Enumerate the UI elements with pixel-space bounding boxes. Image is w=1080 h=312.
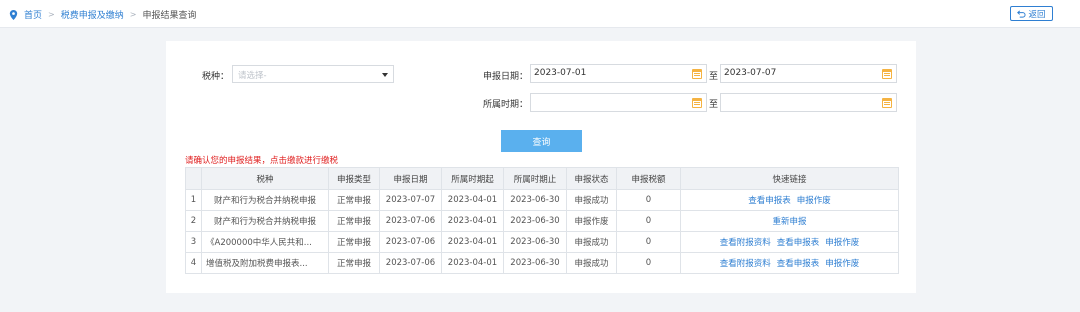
col-header-date: 申报日期 <box>379 167 442 190</box>
view-declaration-link[interactable]: 查看申报表 <box>777 259 820 269</box>
row-type: 正常申报 <box>328 189 380 211</box>
row-date: 2023-07-06 <box>379 210 442 232</box>
row-tax: 财产和行为税合并纳税申报 <box>201 189 329 211</box>
declare-date-start-value: 2023-07-01 <box>534 68 587 78</box>
row-amount: 0 <box>616 231 681 253</box>
row-index: 2 <box>185 210 202 232</box>
row-status: 申报成功 <box>566 189 617 211</box>
breadcrumb: 首页 > 税费申报及缴纳 > 申报结果查询 <box>9 8 196 21</box>
col-header-links: 快速链接 <box>680 167 899 190</box>
row-period-end: 2023-06-30 <box>503 189 567 211</box>
table-row: 2 财产和行为税合并纳税申报 正常申报 2023-07-06 2023-04-0… <box>185 210 899 232</box>
table-row: 3 《A200000中华人民共和... 正常申报 2023-07-06 2023… <box>185 231 899 253</box>
calendar-icon[interactable] <box>692 69 702 79</box>
breadcrumb-tax-declaration[interactable]: 税费申报及缴纳 <box>61 8 124 21</box>
row-amount: 0 <box>616 189 681 211</box>
row-period-end: 2023-06-30 <box>503 210 567 232</box>
row-amount: 0 <box>616 252 681 274</box>
result-table: 税种 申报类型 申报日期 所属时期起 所属时期止 申报状态 申报税额 快速链接 … <box>185 167 899 274</box>
row-date: 2023-07-07 <box>379 189 442 211</box>
tax-type-select[interactable]: 请选择- <box>232 65 394 83</box>
calendar-icon[interactable] <box>882 69 892 79</box>
row-links: 查看附报资料 查看申报表 申报作废 <box>680 252 899 274</box>
period-end-input[interactable] <box>720 93 897 112</box>
period-to-label: 至 <box>709 100 719 110</box>
breadcrumb-separator: > <box>129 10 137 19</box>
breadcrumb-current: 申报结果查询 <box>142 11 197 21</box>
row-date: 2023-07-06 <box>379 231 442 253</box>
row-status: 申报成功 <box>566 231 617 253</box>
row-type: 正常申报 <box>328 231 380 253</box>
row-status: 申报作废 <box>566 210 617 232</box>
col-header-type: 申报类型 <box>328 167 380 190</box>
declare-date-end-input[interactable]: 2023-07-07 <box>720 64 897 83</box>
void-declaration-link[interactable]: 申报作废 <box>825 259 859 269</box>
declare-date-label: 申报日期： <box>483 72 529 82</box>
row-period-start: 2023-04-01 <box>441 210 504 232</box>
row-period-end: 2023-06-30 <box>503 231 567 253</box>
row-type: 正常申报 <box>328 210 380 232</box>
row-period-start: 2023-04-01 <box>441 231 504 253</box>
row-links: 重新申报 <box>680 210 899 232</box>
row-tax: 财产和行为税合并纳税申报 <box>201 210 329 232</box>
col-header-period-start: 所属时期起 <box>441 167 504 190</box>
row-status: 申报成功 <box>566 252 617 274</box>
date-to-label: 至 <box>709 72 719 82</box>
col-header-status: 申报状态 <box>566 167 617 190</box>
declare-date-start-input[interactable]: 2023-07-01 <box>530 64 707 83</box>
row-period-end: 2023-06-30 <box>503 252 567 274</box>
query-button[interactable]: 查询 <box>501 130 582 152</box>
location-pin-icon <box>9 9 18 20</box>
redeclare-link[interactable]: 重新申报 <box>772 217 806 227</box>
row-tax: 增值税及附加税费申报表... <box>201 252 329 274</box>
table-row: 1 财产和行为税合并纳税申报 正常申报 2023-07-07 2023-04-0… <box>185 189 899 211</box>
row-period-start: 2023-04-01 <box>441 252 504 274</box>
col-header-tax: 税种 <box>201 167 329 190</box>
top-bar: 首页 > 税费申报及缴纳 > 申报结果查询 返回 <box>0 0 1080 28</box>
col-header-index <box>185 167 202 190</box>
row-amount: 0 <box>616 210 681 232</box>
row-period-start: 2023-04-01 <box>441 189 504 211</box>
row-index: 3 <box>185 231 202 253</box>
row-type: 正常申报 <box>328 252 380 274</box>
period-start-input[interactable] <box>530 93 707 112</box>
calendar-icon[interactable] <box>882 98 892 108</box>
void-declaration-link[interactable]: 申报作废 <box>825 238 859 248</box>
view-declaration-link[interactable]: 查看申报表 <box>748 196 791 206</box>
row-links: 查看附报资料 查看申报表 申报作废 <box>680 231 899 253</box>
payment-tip: 请确认您的申报结果，点击缴款进行缴税 <box>185 156 339 166</box>
breadcrumb-home[interactable]: 首页 <box>24 8 42 21</box>
return-icon <box>1017 10 1027 18</box>
view-attachment-link[interactable]: 查看附报资料 <box>720 259 771 269</box>
period-label: 所属时期： <box>483 100 529 110</box>
void-declaration-link[interactable]: 申报作废 <box>797 196 831 206</box>
back-button[interactable]: 返回 <box>1010 6 1053 21</box>
table-header-row: 税种 申报类型 申报日期 所属时期起 所属时期止 申报状态 申报税额 快速链接 <box>185 167 899 190</box>
back-button-label: 返回 <box>1028 9 1046 20</box>
view-declaration-link[interactable]: 查看申报表 <box>777 238 820 248</box>
row-date: 2023-07-06 <box>379 252 442 274</box>
col-header-amount: 申报税额 <box>616 167 681 190</box>
chevron-down-icon <box>382 73 388 77</box>
calendar-icon[interactable] <box>692 98 702 108</box>
col-header-period-end: 所属时期止 <box>503 167 567 190</box>
view-attachment-link[interactable]: 查看附报资料 <box>720 238 771 248</box>
row-index: 1 <box>185 189 202 211</box>
breadcrumb-separator: > <box>48 10 55 19</box>
row-index: 4 <box>185 252 202 274</box>
row-links: 查看申报表 申报作废 <box>680 189 899 211</box>
declare-date-end-value: 2023-07-07 <box>724 68 777 78</box>
row-tax: 《A200000中华人民共和... <box>201 231 329 253</box>
table-row: 4 增值税及附加税费申报表... 正常申报 2023-07-06 2023-04… <box>185 252 899 274</box>
tax-type-label: 税种： <box>202 72 230 82</box>
tax-type-placeholder: 请选择- <box>238 71 267 81</box>
